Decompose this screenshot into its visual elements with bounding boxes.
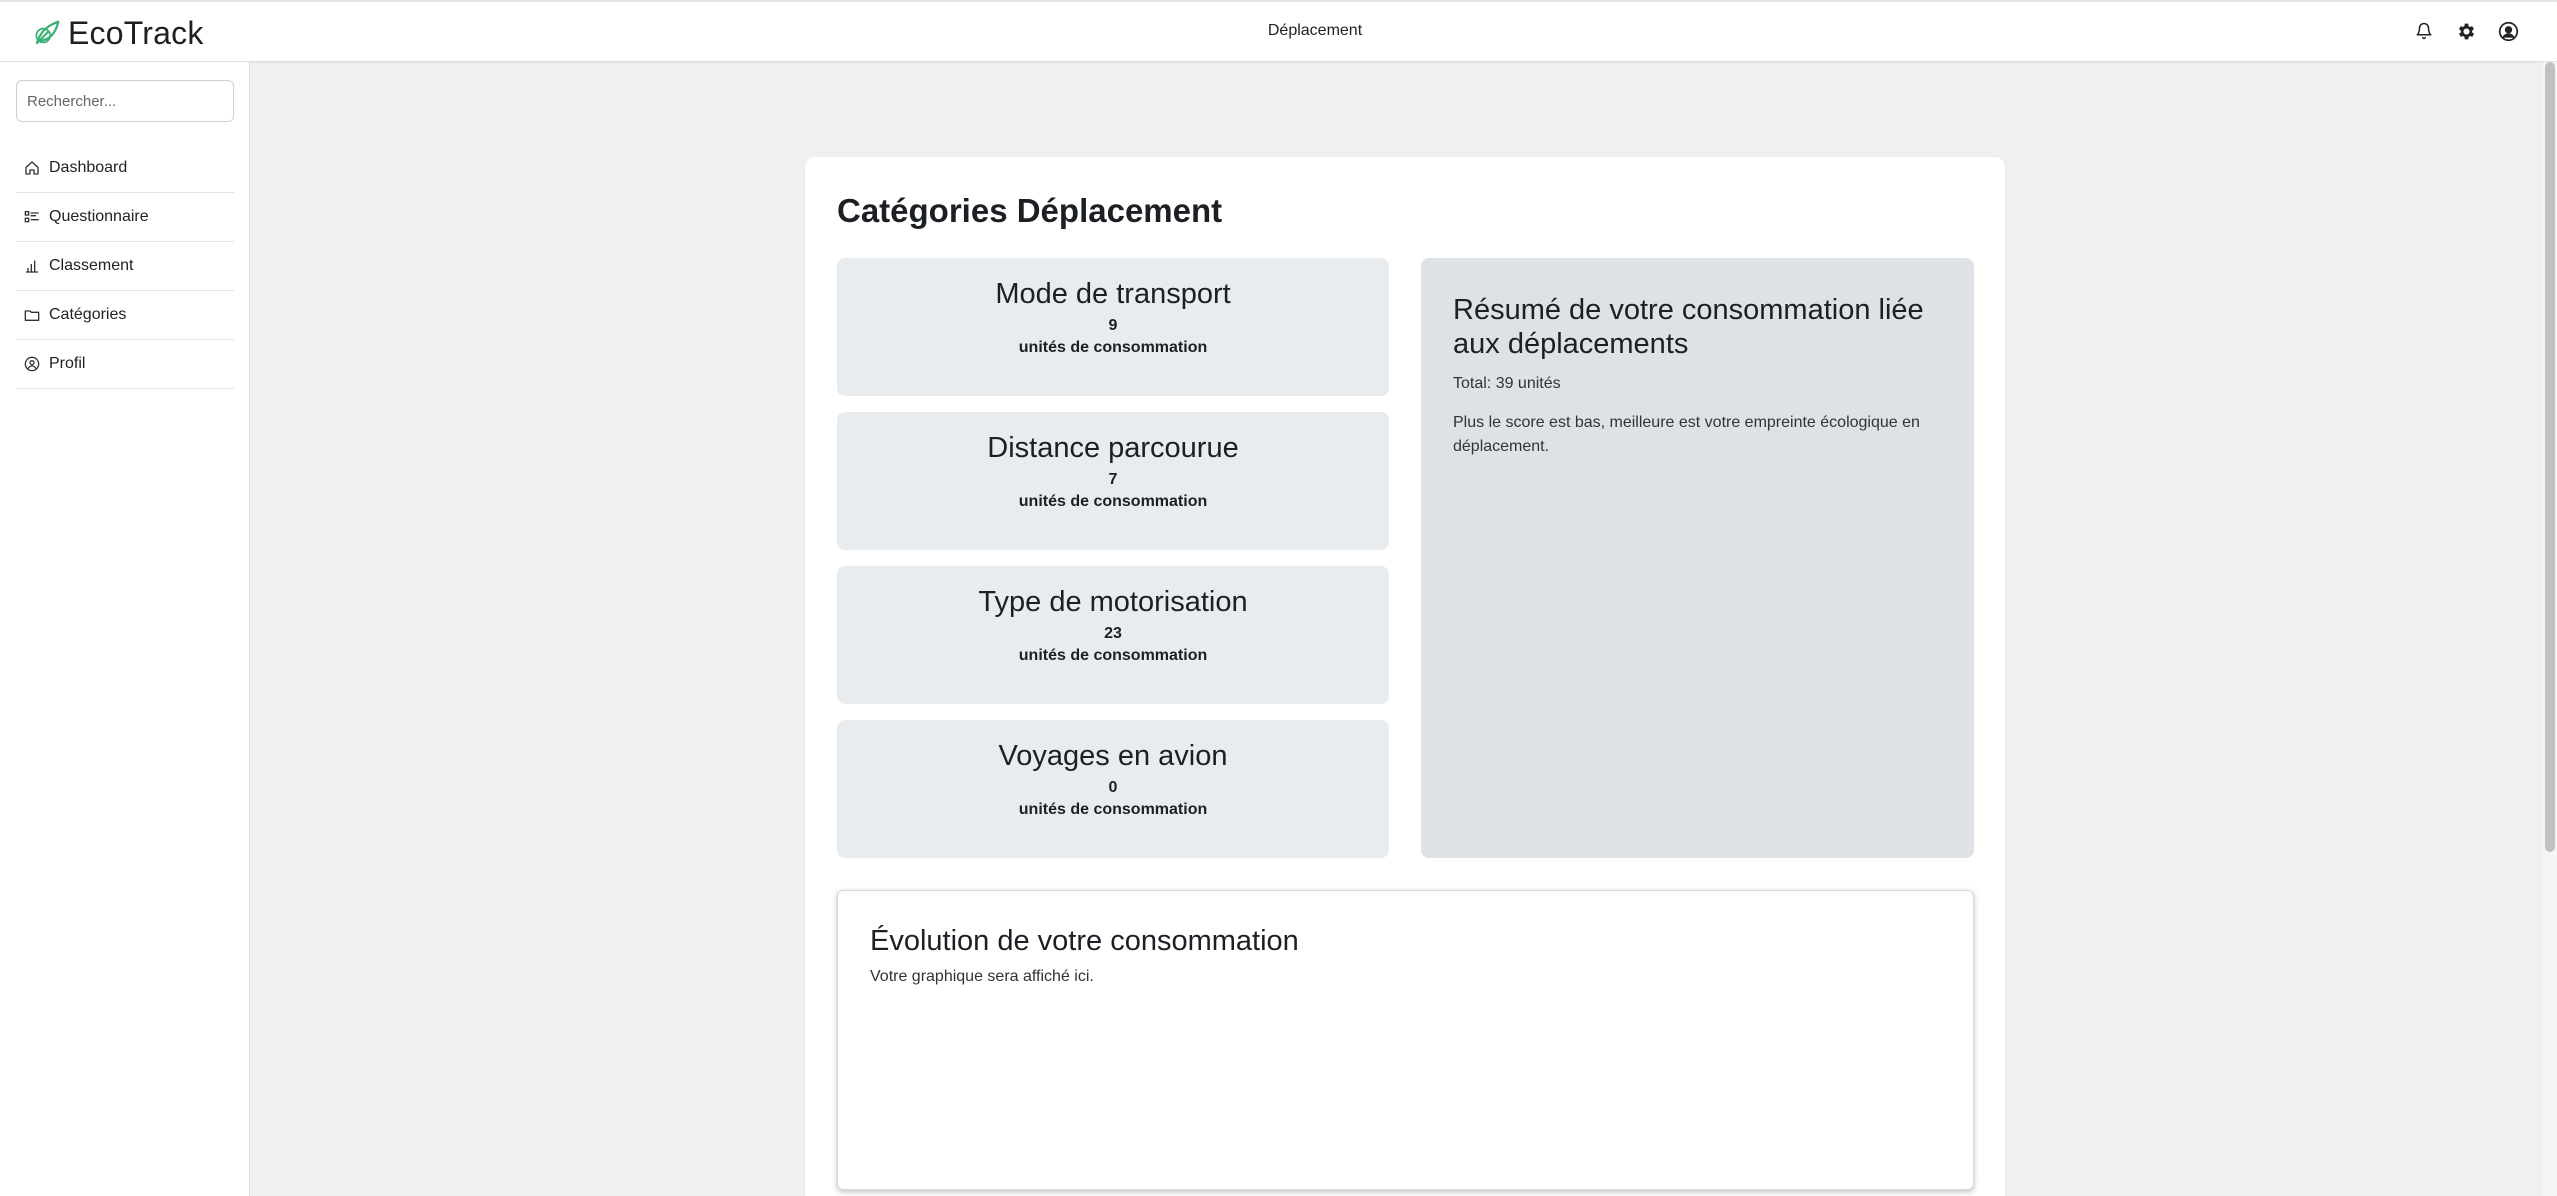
sidebar-item-label: Dashboard — [49, 159, 128, 176]
search-input[interactable] — [16, 80, 234, 122]
sidebar: Dashboard Questionnaire Classement Catég… — [0, 62, 250, 1196]
evolution-chart-panel: Évolution de votre consommation Votre gr… — [837, 890, 1974, 1190]
tile-unit: unités de consommation — [1018, 801, 1208, 818]
folder-icon — [24, 310, 40, 321]
sidebar-item-label: Catégories — [49, 306, 127, 323]
sidebar-item-categories[interactable]: Catégories — [16, 291, 234, 340]
summary-total: Total: 39 unités — [1453, 375, 1561, 392]
tile-value: 23 — [1104, 625, 1122, 642]
consumption-summary-panel: Résumé de votre consommation liée aux dé… — [1421, 258, 1974, 858]
category-tile-flights[interactable]: Voyages en avion 0 unités de consommatio… — [837, 720, 1389, 858]
category-tile-distance[interactable]: Distance parcourue 7 unités de consommat… — [837, 412, 1389, 550]
top-header: EcoTrack Déplacement — [0, 0, 2557, 62]
sidebar-item-questionnaire[interactable]: Questionnaire — [16, 193, 234, 242]
sidebar-item-label: Profil — [49, 355, 86, 372]
sidebar-item-classement[interactable]: Classement — [16, 242, 234, 291]
tile-title: Type de motorisation — [978, 586, 1248, 618]
category-tile-motorisation[interactable]: Type de motorisation 23 unités de consom… — [837, 566, 1389, 704]
tile-value: 7 — [1108, 471, 1118, 488]
gear-icon[interactable] — [2455, 20, 2477, 42]
page-scrollbar[interactable] — [2543, 62, 2557, 1196]
sidebar-item-dashboard[interactable]: Dashboard — [16, 144, 234, 193]
evolution-placeholder-text: Votre graphique sera affiché ici. — [870, 968, 1094, 985]
sidebar-item-profil[interactable]: Profil — [16, 340, 234, 389]
tile-value: 9 — [1108, 317, 1118, 334]
tile-title: Voyages en avion — [998, 740, 1228, 772]
header-actions — [2413, 20, 2519, 42]
tile-title: Mode de transport — [995, 278, 1231, 310]
sidebar-item-label: Questionnaire — [49, 208, 149, 225]
tile-value: 0 — [1108, 779, 1118, 796]
evolution-title: Évolution de votre consommation — [870, 925, 1299, 957]
user-circle-icon[interactable] — [2497, 20, 2519, 42]
list-icon — [24, 211, 39, 223]
sidebar-item-label: Classement — [49, 257, 134, 274]
tile-title: Distance parcourue — [987, 432, 1239, 464]
bell-icon[interactable] — [2413, 20, 2435, 42]
category-tile-transport-mode[interactable]: Mode de transport 9 unités de consommati… — [837, 258, 1389, 396]
bar-chart-icon — [26, 260, 38, 273]
tile-unit: unités de consommation — [1018, 493, 1208, 510]
summary-title: Résumé de votre consommation liée aux dé… — [1453, 294, 1924, 360]
categories-card: Catégories Déplacement Mode de transport… — [805, 157, 2005, 1196]
home-icon — [25, 161, 39, 175]
summary-note: Plus le score est bas, meilleure est vot… — [1453, 414, 1920, 455]
section-title: Catégories Déplacement — [837, 192, 1223, 229]
tile-unit: unités de consommation — [1018, 647, 1208, 664]
sidebar-nav: Dashboard Questionnaire Classement Catég… — [16, 144, 234, 389]
user-circle-icon — [24, 356, 40, 372]
tile-unit: unités de consommation — [1018, 339, 1208, 356]
page-title: Déplacement — [1267, 22, 1363, 39]
scrollbar-thumb[interactable] — [2545, 62, 2555, 852]
